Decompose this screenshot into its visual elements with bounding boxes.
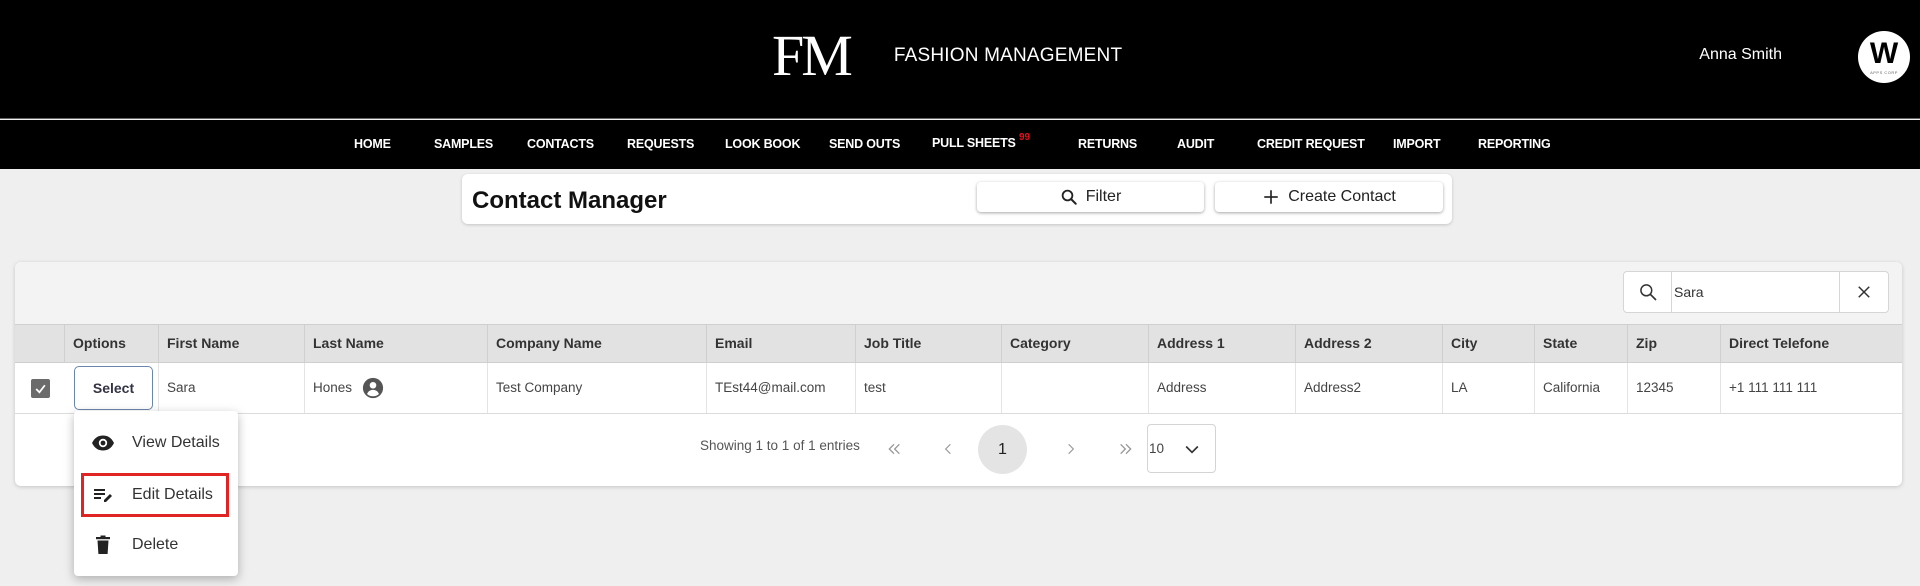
- cell-job-title: test: [855, 363, 1001, 413]
- table-search: [1623, 271, 1889, 313]
- plus-icon: [1264, 190, 1278, 204]
- cell-last-name-text: Hones: [313, 380, 353, 395]
- account-circle-icon[interactable]: [362, 377, 384, 399]
- last-page-button[interactable]: [1111, 434, 1141, 464]
- avatar-logo-sub: APPS CORP: [1870, 70, 1898, 75]
- nav-pull-sheets[interactable]: PULL SHEETS: [932, 136, 1016, 150]
- cell-company: Test Company: [487, 363, 706, 413]
- column-header-job-title[interactable]: Job Title: [855, 325, 1001, 362]
- column-header-zip[interactable]: Zip: [1627, 325, 1720, 362]
- cell-phone: +1 111 111 111: [1720, 363, 1902, 413]
- table-toolbar: [15, 262, 1902, 324]
- nav-returns[interactable]: RETURNS: [1078, 137, 1137, 151]
- search-input[interactable]: [1672, 272, 1840, 312]
- filter-label: Filter: [1085, 188, 1122, 205]
- column-header-first-name[interactable]: First Name: [158, 325, 304, 362]
- avatar[interactable]: W APPS CORP: [1858, 31, 1910, 83]
- cell-state: California: [1534, 363, 1627, 413]
- menu-item-delete[interactable]: Delete: [74, 523, 238, 567]
- column-header-city[interactable]: City: [1442, 325, 1534, 362]
- contacts-table-panel: Options First Name Last Name Company Nam…: [15, 262, 1902, 486]
- column-header-phone[interactable]: Direct Telefone: [1720, 325, 1902, 362]
- entries-info: Showing 1 to 1 of 1 entries: [700, 438, 860, 453]
- column-header-last-name[interactable]: Last Name: [304, 325, 487, 362]
- user-name[interactable]: Anna Smith: [1699, 46, 1782, 64]
- menu-item-label: Delete: [132, 536, 179, 553]
- nav-credit-request[interactable]: CREDIT REQUEST: [1257, 137, 1365, 151]
- filter-button[interactable]: Filter: [977, 182, 1204, 212]
- page-title: Contact Manager: [472, 187, 667, 214]
- nav-samples[interactable]: SAMPLES: [434, 137, 493, 151]
- double-chevron-left-icon: [888, 443, 900, 455]
- pull-sheets-badge: 99: [1019, 132, 1031, 143]
- chevron-down-icon: [1185, 445, 1199, 454]
- cell-address1: Address: [1148, 363, 1295, 413]
- page-header-card: Contact Manager Filter Create Contact: [462, 174, 1452, 224]
- search-icon: [1639, 284, 1656, 301]
- create-contact-label: Create Contact: [1288, 188, 1396, 205]
- row-options-menu: View Details Edit Details Delete: [74, 411, 238, 576]
- column-header-address1[interactable]: Address 1: [1148, 325, 1295, 362]
- table-row[interactable]: Select Sara Hones Test Company TEst44@ma…: [15, 363, 1902, 414]
- page-size-value: 10: [1149, 441, 1165, 456]
- nav-import[interactable]: IMPORT: [1393, 137, 1441, 151]
- pagination: Showing 1 to 1 of 1 entries 1 10: [15, 414, 1902, 484]
- menu-item-label: View Details: [132, 434, 220, 451]
- create-contact-button[interactable]: Create Contact: [1215, 182, 1443, 212]
- highlight-box: [81, 473, 229, 517]
- nav-requests[interactable]: REQUESTS: [627, 137, 694, 151]
- nav-home[interactable]: HOME: [354, 137, 391, 151]
- table-header: Options First Name Last Name Company Nam…: [15, 324, 1902, 363]
- trash-icon: [91, 533, 115, 557]
- column-header-category[interactable]: Category: [1001, 325, 1148, 362]
- row-select-button[interactable]: Select: [74, 366, 153, 410]
- page-size-select[interactable]: 10: [1147, 424, 1216, 473]
- row-checkbox[interactable]: [31, 379, 50, 398]
- logo: FM: [772, 23, 853, 88]
- column-header-state[interactable]: State: [1534, 325, 1627, 362]
- search-icon: [1061, 189, 1077, 205]
- eye-icon: [91, 431, 115, 455]
- cell-address2: Address2: [1295, 363, 1442, 413]
- next-page-button[interactable]: [1056, 434, 1086, 464]
- cell-first-name: Sara: [158, 363, 304, 413]
- nav-look-book[interactable]: LOOK BOOK: [725, 137, 800, 151]
- check-icon: [35, 384, 46, 394]
- double-chevron-right-icon: [1120, 443, 1132, 455]
- clear-search-button[interactable]: [1839, 272, 1888, 312]
- nav-audit[interactable]: AUDIT: [1177, 137, 1214, 151]
- main-nav: HOME SAMPLES CONTACTS REQUESTS LOOK BOOK…: [0, 120, 1920, 169]
- cell-city: LA: [1442, 363, 1534, 413]
- table-search-icon-box[interactable]: [1624, 272, 1673, 312]
- page-1-button[interactable]: 1: [978, 425, 1027, 474]
- header-divider: [0, 118, 1920, 119]
- brand-title: FASHION MANAGEMENT: [893, 45, 1123, 66]
- first-page-button[interactable]: [879, 434, 909, 464]
- top-header: FM FASHION MANAGEMENT Anna Smith W APPS …: [0, 0, 1920, 119]
- column-header-email[interactable]: Email: [706, 325, 855, 362]
- column-header-address2[interactable]: Address 2: [1295, 325, 1442, 362]
- nav-send-outs[interactable]: SEND OUTS: [829, 137, 900, 151]
- chevron-right-icon: [1068, 443, 1075, 455]
- avatar-logo-letter: W: [1869, 37, 1899, 70]
- cell-zip: 12345: [1627, 363, 1720, 413]
- cell-category: [1001, 363, 1148, 413]
- cell-email: TEst44@mail.com: [706, 363, 855, 413]
- column-header-options[interactable]: Options: [64, 325, 158, 362]
- cell-last-name: Hones: [304, 363, 487, 413]
- nav-reporting[interactable]: REPORTING: [1478, 137, 1551, 151]
- menu-item-view-details[interactable]: View Details: [74, 421, 238, 465]
- close-icon: [1858, 286, 1870, 298]
- chevron-left-icon: [944, 443, 951, 455]
- prev-page-button[interactable]: [933, 434, 963, 464]
- column-header-company[interactable]: Company Name: [487, 325, 706, 362]
- brand[interactable]: FM FASHION MANAGEMENT: [772, 26, 1122, 86]
- nav-contacts[interactable]: CONTACTS: [527, 137, 594, 151]
